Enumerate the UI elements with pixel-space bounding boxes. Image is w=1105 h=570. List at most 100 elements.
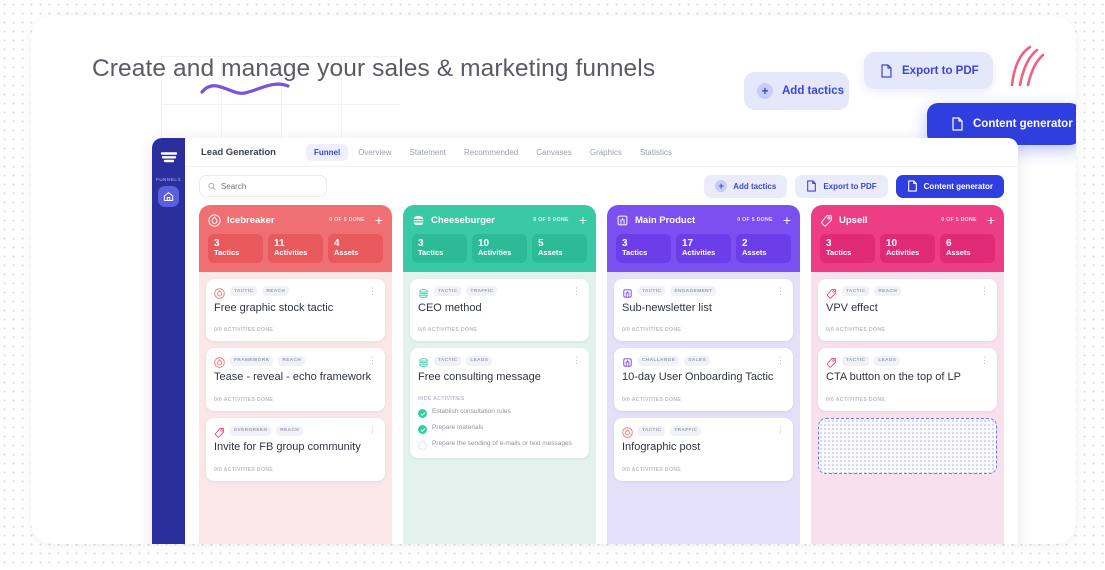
tag-icon	[826, 358, 837, 368]
column-header-top: Main Product 0 OF 5 DONE +	[616, 213, 791, 227]
column-title: Cheeseburger	[431, 214, 495, 226]
burger-icon	[418, 355, 429, 368]
card-header: CHALLANGE SALES ⋮	[622, 355, 785, 367]
stat-tactics-label: Tactics	[418, 248, 444, 257]
add-card-button[interactable]: +	[987, 213, 995, 227]
card-chip: TACTIC	[638, 286, 666, 297]
card-chip: ENGAGEMENT	[670, 286, 717, 297]
card-chip: REACH	[278, 355, 306, 366]
kebab-menu-icon[interactable]: ⋮	[572, 286, 581, 296]
stat-tactics: 3 Tactics	[412, 234, 467, 263]
add-card-button[interactable]: +	[579, 213, 587, 227]
stat-assets: 5 Assets	[532, 234, 587, 263]
kebab-menu-icon[interactable]: ⋮	[368, 426, 377, 435]
checkbox-empty-icon[interactable]	[418, 441, 427, 451]
activity-row[interactable]: Prepare materials	[418, 424, 581, 435]
check-icon[interactable]	[418, 425, 427, 435]
tactic-card[interactable]: TACTIC REACH ⋮ VPV effect 0/0 ACTIVITIES …	[818, 278, 997, 342]
column-header-top: Icebreaker 0 OF 5 DONE +	[208, 213, 383, 227]
tactic-card[interactable]: FRAMEWORK REACH ⋮ Tease - reveal - echo f…	[206, 348, 385, 412]
column-progress: 0 OF 5 DONE	[737, 217, 773, 223]
card-header: TACTIC LEADS ⋮	[826, 355, 989, 368]
search-box[interactable]	[199, 175, 327, 197]
card-chip: FRAMEWORK	[230, 355, 274, 366]
burger-icon	[419, 358, 428, 368]
tactic-card[interactable]: EVERGREEN REACH ⋮ Invite for FB group com…	[206, 418, 385, 481]
tactic-card[interactable]: TACTIC ENGAGEMENT ⋮ Sub-newsletter list 0…	[614, 278, 793, 342]
tag-icon	[826, 286, 837, 299]
stat-assets-label: Assets	[946, 248, 971, 257]
tab-canvases[interactable]: Canvases	[528, 144, 580, 161]
kebab-menu-icon[interactable]: ⋮	[776, 426, 785, 435]
hide-activities-toggle[interactable]: HIDE ACTIVITIES	[418, 396, 581, 402]
column-stats: 3 Tactics 11 Activities 4 Assets	[208, 234, 383, 263]
column-stats: 3 Tactics 10 Activities 6 Assets	[820, 234, 995, 263]
tactic-card[interactable]: TACTIC LEADS ⋮ CTA button on the top of L…	[818, 348, 997, 412]
content-generator-button[interactable]: Content generator	[895, 174, 1004, 198]
document-icon	[907, 180, 917, 192]
tab-statement[interactable]: Statement	[402, 144, 454, 161]
card-chip: TACTIC	[842, 286, 870, 297]
sidebar-item-home[interactable]	[158, 186, 179, 207]
tactic-card[interactable]: TACTIC TRAFFIC ⋮ Infographic post 0/0 ACT…	[614, 418, 793, 481]
column-body: TACTIC REACH ⋮ Free graphic stock tactic …	[199, 272, 392, 544]
activity-row[interactable]: Establish consultation rules	[418, 408, 581, 419]
card-header: TACTIC TRAFFIC ⋮	[622, 425, 785, 438]
add-tactics-floating-button[interactable]: + Add tactics	[744, 72, 849, 110]
card-header: TACTIC ENGAGEMENT ⋮	[622, 286, 785, 298]
activity-row[interactable]: Prepare the sending of e-mails or text m…	[418, 440, 581, 451]
card-progress: 0/0 ACTIVITIES DONE	[622, 397, 682, 404]
card-title: Free graphic stock tactic	[214, 301, 334, 314]
kebab-menu-icon[interactable]: ⋮	[572, 356, 581, 365]
tab-graphics[interactable]: Graphics	[582, 144, 630, 161]
kebab-menu-icon[interactable]: ⋮	[776, 356, 785, 365]
kanban-board: Icebreaker 0 OF 5 DONE + 3 Tactics 11 Ac…	[185, 205, 1018, 544]
card-chip: TACTIC	[434, 355, 462, 366]
column-body: TACTIC TRAFFIC ⋮ CEO method 0/0 ACTIVITIE…	[403, 272, 596, 544]
tactic-card[interactable]: TACTIC REACH ⋮ Free graphic stock tactic …	[206, 278, 385, 342]
stat-activities: 17 Activities	[676, 234, 731, 263]
flame-icon	[622, 427, 633, 438]
card-progress: 0/0 ACTIVITIES DONE	[214, 397, 274, 404]
tab-recommended[interactable]: Recommended	[456, 144, 526, 161]
tab-overview[interactable]: Overview	[350, 144, 399, 161]
add-tactics-button[interactable]: + Add tactics	[704, 174, 788, 198]
export-pdf-button[interactable]: Export to PDF	[795, 174, 888, 198]
tab-statistics[interactable]: Statistics	[632, 144, 680, 161]
activity-label: Prepare materials	[432, 424, 484, 432]
card-chip: TACTIC	[230, 286, 258, 297]
stat-tactics-label: Tactics	[622, 248, 648, 257]
add-card-button[interactable]: +	[783, 213, 791, 227]
card-title: Invite for FB group community	[214, 441, 361, 454]
kebab-menu-icon[interactable]: ⋮	[980, 286, 989, 296]
export-pdf-floating-button[interactable]: Export to PDF	[864, 52, 993, 89]
tab-funnel[interactable]: Funnel	[305, 143, 349, 161]
check-icon[interactable]	[418, 409, 427, 419]
card-chip: LEADS	[466, 355, 493, 366]
tactic-card[interactable]: TACTIC LEADS ⋮ Free consulting message HI…	[410, 348, 589, 459]
kebab-menu-icon[interactable]: ⋮	[776, 286, 785, 296]
document-icon	[881, 63, 892, 78]
stat-tactics: 3 Tactics	[208, 234, 263, 263]
column-progress: 0 OF 5 DONE	[329, 217, 365, 223]
column-stats: 3 Tactics 17 Activities 2 Assets	[616, 234, 791, 263]
column-header-top: Cheeseburger 0 OF 5 DONE +	[412, 213, 587, 227]
funnel-logo-icon[interactable]	[159, 148, 179, 168]
kebab-menu-icon[interactable]: ⋮	[980, 356, 989, 365]
card-title: CEO method	[418, 301, 482, 314]
kebab-menu-icon[interactable]: ⋮	[368, 356, 377, 365]
tactic-card[interactable]: TACTIC TRAFFIC ⋮ CEO method 0/0 ACTIVITIE…	[410, 278, 589, 342]
burger-icon	[418, 286, 429, 298]
add-tactics-floating-label: Add tactics	[782, 85, 844, 97]
add-card-button[interactable]: +	[375, 213, 383, 227]
tactic-card[interactable]: CHALLANGE SALES ⋮ 10-day User Onboarding …	[614, 348, 793, 412]
card-dropzone[interactable]	[818, 418, 997, 475]
card-chip: TRAFFIC	[466, 286, 498, 297]
kebab-menu-icon[interactable]: ⋮	[368, 286, 377, 296]
stat-activities: 10 Activities	[472, 234, 527, 263]
search-input[interactable]	[220, 181, 318, 191]
card-header: FRAMEWORK REACH ⋮	[214, 355, 377, 369]
tag-icon	[821, 214, 832, 226]
squiggle-underline-icon	[200, 82, 290, 95]
export-pdf-label: Export to PDF	[823, 181, 877, 191]
